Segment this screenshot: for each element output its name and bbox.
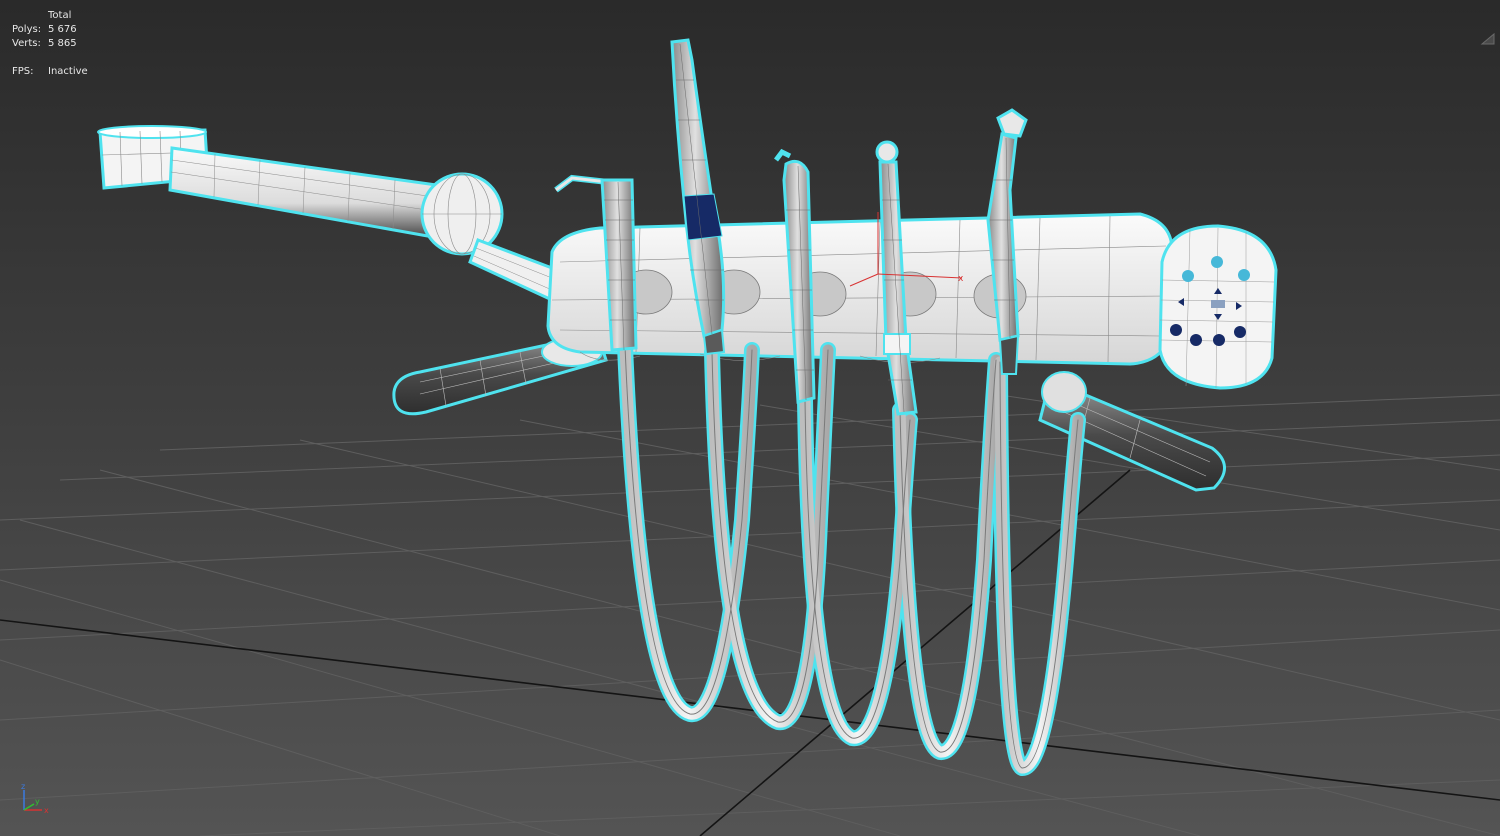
control-panel[interactable] bbox=[1158, 224, 1278, 390]
axis-z-label: z bbox=[21, 782, 25, 791]
viewport-statistics: Total Polys: 5 676 Verts: 5 865 FPS: Ina… bbox=[12, 9, 88, 79]
verts-value: 5 865 bbox=[48, 38, 77, 49]
axis-tripod-icon: z x y bbox=[21, 782, 49, 815]
axis-x-label: x bbox=[44, 806, 49, 815]
stats-fps-row: FPS: Inactive bbox=[12, 65, 88, 79]
fps-label: FPS: bbox=[12, 66, 34, 77]
viewport-perspective[interactable]: x Total Polys: 5 676 Verts: 5 865 FPS: I… bbox=[0, 0, 1500, 836]
viewport-scene[interactable]: x bbox=[0, 0, 1500, 836]
viewcube-corner-icon[interactable] bbox=[1480, 32, 1496, 46]
instrument-tray[interactable] bbox=[546, 212, 1174, 366]
stats-label-spacer bbox=[12, 9, 48, 23]
svg-text:x: x bbox=[958, 274, 964, 284]
fps-value: Inactive bbox=[48, 66, 88, 77]
stats-verts-row: Verts: 5 865 bbox=[12, 37, 88, 51]
verts-label: Verts: bbox=[12, 38, 41, 49]
stats-header-row: Total bbox=[12, 9, 88, 23]
stats-header: Total bbox=[48, 10, 72, 21]
polys-value: 5 676 bbox=[48, 24, 77, 35]
stats-polys-row: Polys: 5 676 bbox=[12, 23, 88, 37]
stats-spacer bbox=[12, 51, 88, 65]
polys-label: Polys: bbox=[12, 24, 42, 35]
axis-y-label: y bbox=[35, 797, 40, 806]
